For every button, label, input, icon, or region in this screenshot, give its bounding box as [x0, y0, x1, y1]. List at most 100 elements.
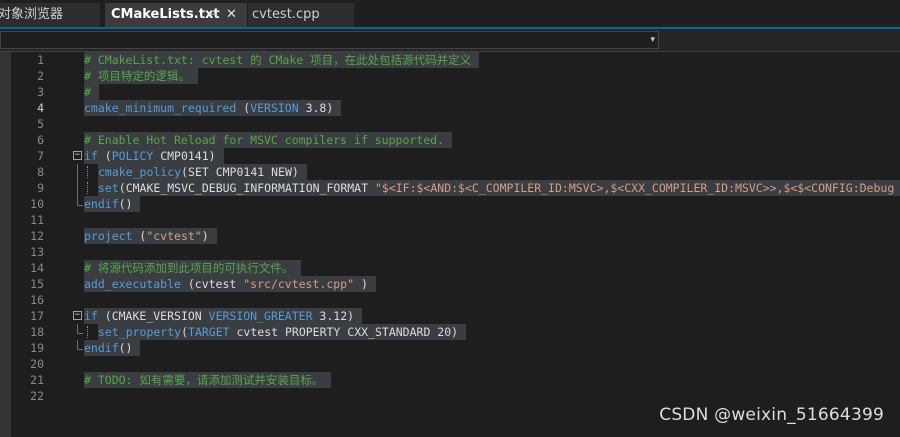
code-line[interactable]: 8 cmake_policy(SET CMP0141 NEW)	[0, 164, 900, 180]
code-line[interactable]: 12 project ("cvtest")	[0, 228, 900, 244]
code-token: (SET CMP0141 NEW)	[181, 165, 299, 179]
code-text: # Enable Hot Reload for MSVC compilers i…	[84, 132, 453, 148]
code-text: if (POLICY CMP0141)	[84, 148, 224, 164]
code-line[interactable]: 3 #	[0, 84, 900, 100]
code-line[interactable]: 10 endif()	[0, 196, 900, 212]
outline-guide	[77, 324, 83, 334]
code-token: # TODO: 如有需要，请添加测试并安装目标。	[84, 373, 324, 387]
code-line[interactable]: 4 cmake_minimum_required (VERSION 3.8)	[0, 100, 900, 116]
tab-object-browser[interactable]: 对象浏览器	[0, 3, 100, 27]
code-token: (	[97, 149, 112, 163]
tab-label: cvtest.cpp	[252, 7, 320, 22]
document-tab-strip: 对象浏览器 CMakeLists.txt ⊣ ✕ cvtest.cpp	[0, 0, 900, 29]
code-line[interactable]: 20	[0, 356, 900, 372]
code-token: project	[84, 229, 133, 243]
code-token: # 将源代码添加到此项目的可执行文件。	[84, 261, 294, 275]
code-token: TARGET	[188, 325, 230, 339]
code-token: #	[84, 85, 91, 99]
navigation-dropdown[interactable]: ▾	[0, 31, 659, 49]
collapse-icon[interactable]: −	[73, 151, 82, 160]
code-line[interactable]: 2 # 项目特定的逻辑。	[0, 68, 900, 84]
line-number: 2	[37, 69, 44, 83]
line-number: 10	[30, 197, 44, 211]
code-token: ()	[118, 341, 133, 355]
outline-guide	[77, 164, 78, 180]
code-token: CMP0141)	[153, 149, 216, 163]
line-number: 18	[30, 325, 44, 339]
code-token: )	[201, 229, 209, 243]
code-text: # TODO: 如有需要，请添加测试并安装目标。	[84, 372, 332, 388]
code-token: # 项目特定的逻辑。	[84, 69, 190, 83]
code-text: set_property(TARGET cvtest PROPERTY CXX_…	[98, 324, 467, 340]
chevron-down-icon[interactable]: ▾	[650, 29, 655, 51]
code-line[interactable]: 18 set_property(TARGET cvtest PROPERTY CX…	[0, 324, 900, 340]
indent-guide	[87, 326, 89, 338]
code-token: if	[84, 309, 98, 323]
tab-cmakelists[interactable]: CMakeLists.txt ⊣ ✕	[105, 3, 247, 27]
line-number: 11	[30, 213, 44, 227]
code-token: set_property	[98, 325, 182, 339]
code-token: "cvtest"	[146, 229, 202, 243]
code-line[interactable]: 19 endif()	[0, 340, 900, 356]
line-number: 15	[30, 277, 44, 291]
code-line[interactable]: 13	[0, 244, 900, 260]
line-number: 20	[30, 357, 44, 371]
tab-cvtest-cpp[interactable]: cvtest.cpp	[248, 3, 354, 27]
code-token: "$<IF:$<AND:$<C_COMPILER_ID:MSVC>,$<CXX_…	[374, 181, 895, 195]
outline-guide	[77, 196, 83, 206]
code-text: endif()	[84, 340, 141, 356]
tab-label: CMakeLists.txt	[111, 7, 220, 22]
code-token: POLICY	[111, 149, 154, 163]
code-token: (CMAKE_MSVC_DEBUG_INFORMATION_FORMAT	[118, 181, 375, 195]
code-token: (	[236, 101, 251, 115]
code-token: cmake_minimum_required	[84, 101, 237, 115]
code-token: ()	[118, 197, 133, 211]
code-text: # CMakeList.txt: cvtest 的 CMake 项目，在此处包括…	[84, 52, 480, 68]
code-token: set	[98, 181, 119, 195]
code-line[interactable]: 14 # 将源代码添加到此项目的可执行文件。	[0, 260, 900, 276]
line-number: 5	[37, 117, 44, 131]
line-number: 16	[30, 293, 44, 307]
code-token: (	[132, 229, 147, 243]
line-number: 14	[30, 261, 44, 275]
indent-guide	[87, 182, 89, 194]
code-text: endif()	[84, 196, 141, 212]
pin-icon[interactable]: ⊣	[208, 3, 218, 27]
code-token: "src/cvtest.cpp"	[243, 277, 355, 291]
code-token: VERSION	[250, 101, 299, 115]
code-line[interactable]: 11	[0, 212, 900, 228]
code-token: cmake_policy	[98, 165, 182, 179]
code-line[interactable]: 9 set(CMAKE_MSVC_DEBUG_INFORMATION_FORMAT…	[0, 180, 900, 196]
close-icon[interactable]: ✕	[226, 3, 237, 27]
code-line[interactable]: 17 − if (CMAKE_VERSION VERSION_GREATER 3.1…	[0, 308, 900, 324]
code-line[interactable]: 5	[0, 116, 900, 132]
line-number: 13	[30, 245, 44, 259]
code-text: cmake_minimum_required (VERSION 3.8)	[84, 100, 342, 116]
code-text: # 项目特定的逻辑。	[84, 68, 198, 84]
line-number: 6	[37, 133, 44, 147]
line-number: 1	[37, 53, 44, 67]
code-token: (	[181, 325, 189, 339]
code-editor[interactable]: 1 # CMakeList.txt: cvtest 的 CMake 项目，在此处包…	[0, 52, 900, 437]
code-line[interactable]: 6 # Enable Hot Reload for MSVC compilers …	[0, 132, 900, 148]
code-line[interactable]: 21 # TODO: 如有需要，请添加测试并安装目标。	[0, 372, 900, 388]
line-number: 7	[37, 149, 44, 163]
code-line[interactable]: 1 # CMakeList.txt: cvtest 的 CMake 项目，在此处包…	[0, 52, 900, 68]
tab-label: 对象浏览器	[0, 7, 64, 22]
code-line[interactable]: 7 − if (POLICY CMP0141)	[0, 148, 900, 164]
code-token: endif	[84, 341, 119, 355]
code-token: VERSION_GREATER	[208, 309, 313, 323]
line-number: 17	[30, 309, 44, 323]
collapse-icon[interactable]: −	[73, 311, 82, 320]
code-line[interactable]: 15 add_executable (cvtest "src/cvtest.cpp…	[0, 276, 900, 292]
outline-guide	[77, 340, 83, 350]
code-line[interactable]: 22	[0, 388, 900, 404]
code-text: # 将源代码添加到此项目的可执行文件。	[84, 260, 302, 276]
code-token: cvtest PROPERTY CXX_STANDARD 20)	[229, 325, 459, 339]
line-number: 22	[30, 389, 44, 403]
code-text: if (CMAKE_VERSION VERSION_GREATER 3.12)	[84, 308, 363, 324]
code-token: (CMAKE_VERSION	[97, 309, 209, 323]
code-line[interactable]: 16	[0, 292, 900, 308]
line-number: 19	[30, 341, 44, 355]
outline-guide	[77, 180, 78, 196]
